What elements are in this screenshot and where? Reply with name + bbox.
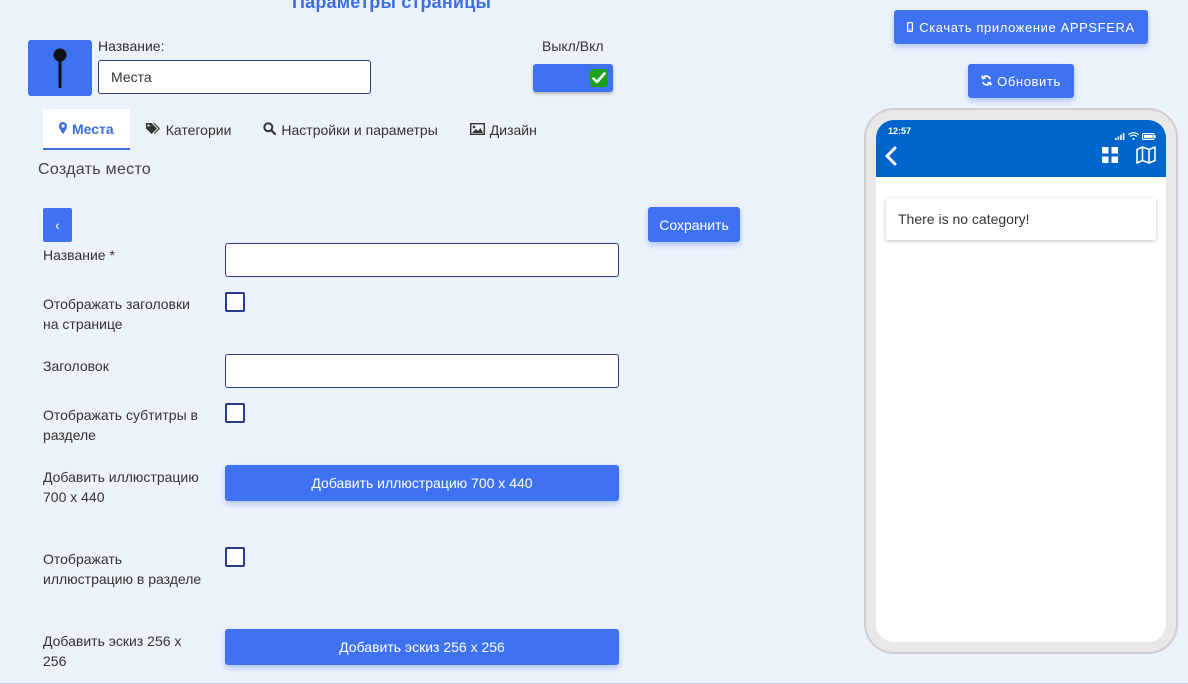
add-thumbnail-button[interactable]: Добавить эскиз 256 x 256 <box>225 629 619 665</box>
download-app-label: Скачать приложение APPSFERA <box>919 19 1135 35</box>
tab-categories[interactable]: Категории <box>130 109 248 150</box>
show-subtitles-label: Отображать субтитры в разделе <box>43 407 198 443</box>
phone-app-header: 12:57 <box>876 120 1166 177</box>
add-illustration-button[interactable]: Добавить иллюстрацию 700 x 440 <box>225 465 619 501</box>
tab-places-label: Места <box>72 120 114 137</box>
refresh-label: Обновить <box>997 73 1061 89</box>
show-headings-label: Отображать заголовки на странице <box>43 296 190 332</box>
page-name-input[interactable]: Места <box>98 60 371 94</box>
back-button[interactable]: ‹ <box>43 208 72 242</box>
grid-icon[interactable] <box>1102 147 1118 168</box>
save-button[interactable]: Сохранить <box>648 207 740 242</box>
place-name-input[interactable] <box>225 243 619 277</box>
download-app-button[interactable]: Скачать приложение APPSFERA <box>894 10 1148 44</box>
page-name-value: Места <box>111 69 152 85</box>
mobile-icon <box>907 20 914 35</box>
add-illustration-label: Добавить иллюстрацию 700 x 440 <box>43 469 199 505</box>
checkmark-icon <box>590 69 608 87</box>
map-marker-icon <box>59 121 67 137</box>
tab-design-label: Дизайн <box>489 121 537 138</box>
show-illustration-checkbox[interactable] <box>225 547 245 567</box>
phone-status-time: 12:57 <box>888 126 912 136</box>
place-name-label: Название * <box>43 247 115 263</box>
battery-icon <box>1142 127 1156 145</box>
refresh-button[interactable]: Обновить <box>968 64 1074 98</box>
signal-icon <box>1115 127 1125 145</box>
heading-label: Заголовок <box>43 358 109 374</box>
empty-state-card: There is no category! <box>886 198 1156 240</box>
empty-state-message: There is no category! <box>898 211 1030 227</box>
wifi-icon <box>1128 127 1139 145</box>
tab-settings-label: Настройки и параметры <box>281 121 438 138</box>
tab-places[interactable]: Места <box>43 109 130 150</box>
tags-icon <box>145 122 161 138</box>
image-icon <box>469 122 485 138</box>
map-icon[interactable] <box>1136 146 1156 169</box>
heading-input[interactable] <box>225 354 619 388</box>
tab-bar: Места Категории Настройки и параметры Ди… <box>43 109 553 151</box>
tab-design[interactable]: Дизайн <box>454 109 553 150</box>
page-name-label: Название: <box>98 38 165 54</box>
pin-icon <box>28 40 92 96</box>
tab-settings[interactable]: Настройки и параметры <box>247 109 453 150</box>
page-enable-toggle[interactable] <box>533 64 613 92</box>
show-headings-checkbox[interactable] <box>225 292 245 312</box>
show-subtitles-checkbox[interactable] <box>225 403 245 423</box>
tab-categories-label: Категории <box>165 121 232 138</box>
toggle-label: Выкл/Вкл <box>542 38 604 54</box>
add-thumbnail-label: Добавить эскиз 256 x 256 <box>43 633 182 669</box>
phone-screen: 12:57 There is no category! <box>876 120 1166 642</box>
page-title: Параметры страницы <box>292 0 492 12</box>
phone-preview: 12:57 There is no category! <box>864 108 1178 654</box>
section-title: Создать место <box>38 161 152 178</box>
phone-status-icons <box>1115 127 1156 145</box>
show-illustration-label: Отображать иллюстрацию в разделе <box>43 551 202 587</box>
refresh-icon <box>981 74 993 89</box>
search-icon <box>263 121 277 138</box>
phone-back-icon[interactable] <box>884 146 898 171</box>
